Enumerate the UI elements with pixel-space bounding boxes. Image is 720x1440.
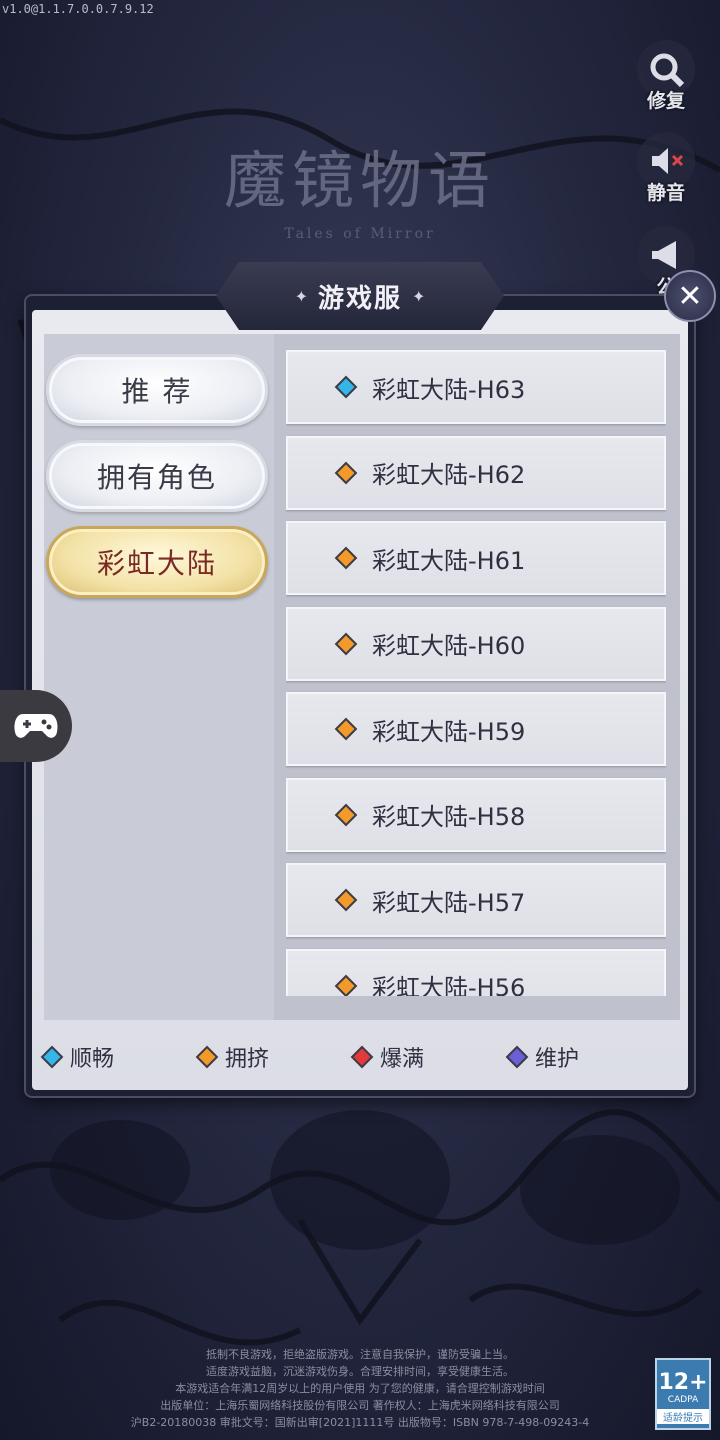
server-name: 彩虹大陆-H62 <box>372 461 526 489</box>
dialog-title: 游戏服 <box>317 283 402 314</box>
server-item[interactable]: 彩虹大陆-H59 <box>286 692 666 766</box>
tab-recommended[interactable]: 推 荐 <box>46 354 268 426</box>
footer-line: 本游戏适合年满12周岁以上的用户使用 为了您的健康，请合理控制游戏时间 <box>175 1382 545 1395</box>
gamepad-float-button[interactable] <box>0 690 72 762</box>
age-rating-value: 12+ <box>658 1370 708 1395</box>
dialog-title-plate: ✦ 游戏服 ✦ <box>216 262 504 330</box>
status-legend: 顺畅 拥挤 爆满 维护 <box>40 1040 660 1074</box>
age-rating-note: 适龄提示 <box>657 1409 709 1424</box>
legend-label: 爆满 <box>380 1047 425 1072</box>
server-name: 彩虹大陆-H57 <box>372 888 526 917</box>
repair-label: 修复 <box>646 90 685 112</box>
status-crowded-icon <box>334 461 358 484</box>
server-item[interactable]: 彩虹大陆-H62 <box>286 435 666 510</box>
server-name: 彩虹大陆-H58 <box>372 803 526 831</box>
status-crowded-icon <box>334 888 358 912</box>
server-item[interactable]: 彩虹大陆-H58 <box>286 777 666 852</box>
server-item[interactable]: 彩虹大陆-H56 <box>286 948 666 996</box>
category-column <box>44 334 274 1020</box>
status-crowded-icon <box>334 546 358 570</box>
gamepad-icon <box>14 714 58 738</box>
status-smooth-icon <box>40 1045 64 1069</box>
legend-label: 拥挤 <box>225 1047 270 1072</box>
server-name: 彩虹大陆-H60 <box>372 632 526 660</box>
status-crowded-icon <box>334 803 358 826</box>
server-item[interactable]: 彩虹大陆-H61 <box>286 521 666 595</box>
status-smooth-icon <box>334 375 358 399</box>
tab-rainbow-continent[interactable]: 彩虹大陆 <box>46 526 268 598</box>
status-crowded-icon <box>334 632 358 655</box>
status-crowded-icon <box>195 1045 219 1069</box>
repair-button[interactable]: 修复 <box>632 40 700 113</box>
server-name: 彩虹大陆-H61 <box>372 546 526 575</box>
version-text: v1.0@1.1.7.0.0.7.9.12 <box>2 2 154 16</box>
server-item[interactable]: 彩虹大陆-H60 <box>286 606 666 681</box>
mute-label: 静音 <box>646 182 685 204</box>
age-rating-badge[interactable]: 12+ CADPA 适龄提示 <box>655 1358 711 1430</box>
legal-footer: 抵制不良游戏，拒绝盗版游戏。注意自我保护，谨防受骗上当。 适度游戏益脑，沉迷游戏… <box>0 1346 720 1431</box>
game-logo-subtitle: Tales of Mirror <box>284 226 436 242</box>
tab-label: 彩虹大陆 <box>96 547 217 580</box>
status-full-icon <box>350 1045 374 1069</box>
ornament-icon: ✦ <box>412 286 426 306</box>
footer-line: 出版单位：上海乐蜀网络科技股份有限公司 著作权人：上海虎米网络科技有限公司 <box>160 1399 560 1412</box>
legend-smooth: 顺畅 <box>40 1041 195 1073</box>
legend-full: 爆满 <box>350 1041 505 1073</box>
server-name: 彩虹大陆-H63 <box>372 375 526 404</box>
age-rating-org: CADPA <box>667 1395 699 1405</box>
server-name: 彩虹大陆-H56 <box>372 974 526 996</box>
legend-label: 顺畅 <box>70 1047 115 1072</box>
server-name: 彩虹大陆-H59 <box>372 717 526 746</box>
game-logo-title: 魔镜物语 <box>223 144 496 217</box>
footer-line: 适度游戏益脑，沉迷游戏伤身。合理安排时间，享受健康生活。 <box>206 1365 514 1378</box>
tab-label: 推 荐 <box>121 375 193 408</box>
close-icon: ✕ <box>677 278 703 314</box>
mute-button[interactable]: 静音 <box>632 132 700 205</box>
tab-owned-characters[interactable]: 拥有角色 <box>46 440 268 512</box>
legend-label: 维护 <box>535 1047 580 1072</box>
server-list[interactable]: 彩虹大陆-H63 彩虹大陆-H62 彩虹大陆-H61 彩虹大陆-H60 彩虹大陆… <box>286 350 666 996</box>
legend-crowded: 拥挤 <box>195 1041 350 1073</box>
close-button[interactable]: ✕ <box>664 270 716 322</box>
status-crowded-icon <box>334 974 358 996</box>
footer-line: 抵制不良游戏，拒绝盗版游戏。注意自我保护，谨防受骗上当。 <box>206 1348 514 1361</box>
footer-line: 沪B2-20180038 审批文号：国新出审[2021]1111号 出版物号：I… <box>130 1416 590 1429</box>
status-maintenance-icon <box>505 1045 529 1069</box>
server-item[interactable]: 彩虹大陆-H57 <box>286 863 666 937</box>
server-item[interactable]: 彩虹大陆-H63 <box>286 350 666 424</box>
ornament-icon: ✦ <box>294 286 308 306</box>
legend-maintenance: 维护 <box>505 1041 660 1073</box>
tab-label: 拥有角色 <box>96 461 217 494</box>
status-crowded-icon <box>334 717 358 741</box>
